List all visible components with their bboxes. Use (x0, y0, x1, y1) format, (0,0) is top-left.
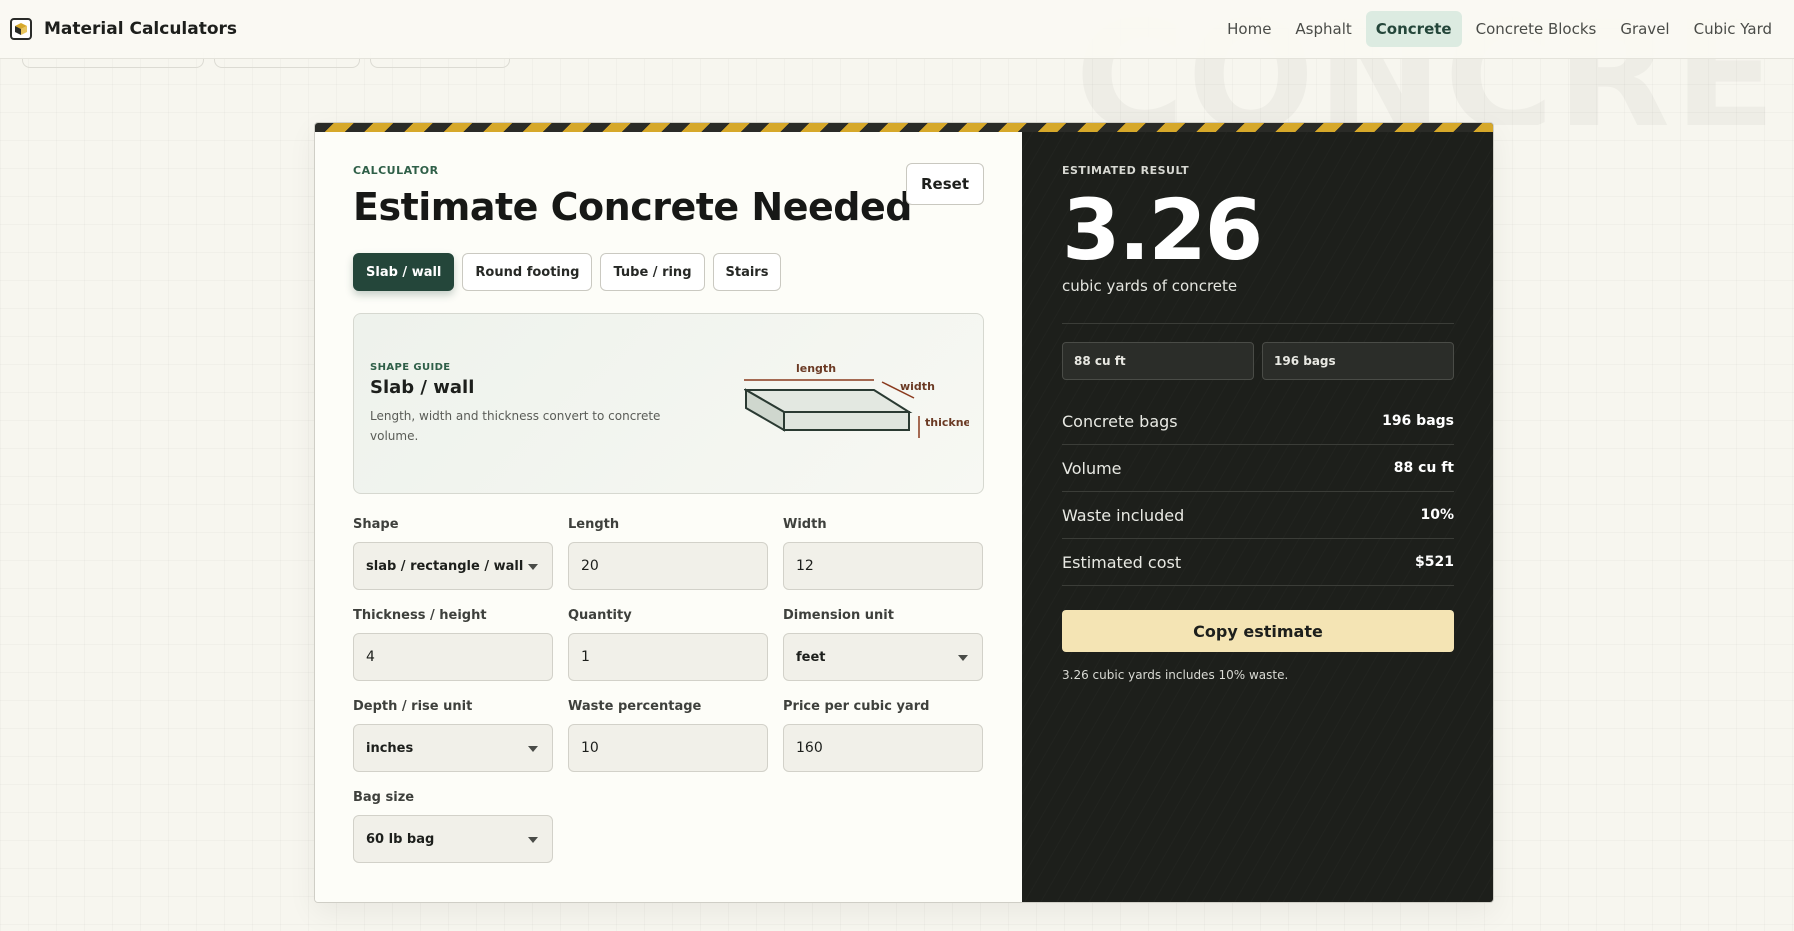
result-unit: cubic yards of concrete (1062, 277, 1238, 295)
guide-text: Length, width and thickness convert to c… (370, 409, 661, 443)
brand[interactable]: Material Calculators (10, 18, 237, 40)
field-bag-size: Bag size 60 lb bag (353, 789, 553, 880)
result-panel: ESTIMATED RESULT 3.26 cubic yards of con… (1022, 123, 1493, 902)
nav-link-asphalt[interactable]: Asphalt (1285, 11, 1361, 47)
waste-input[interactable]: 10 (568, 724, 768, 772)
field-label: Length (568, 517, 620, 532)
row-value: 88 cu ft (1393, 460, 1454, 476)
nav-links: Home Asphalt Concrete Concrete Blocks Gr… (1217, 11, 1782, 47)
field-depth-unit: Depth / rise unit inches (353, 698, 553, 789)
row-label: Waste included (1062, 505, 1185, 525)
shape-guide: SHAPE GUIDE Slab / wall Length, width an… (353, 313, 984, 494)
chevron-down-icon (958, 655, 968, 661)
row-label: Estimated cost (1062, 552, 1182, 572)
result-row: Concrete bags 196 bags (1062, 398, 1454, 445)
select-value: slab / rectangle / wall (366, 558, 524, 574)
row-label: Volume (1062, 458, 1122, 478)
input-fields: Shape slab / rectangle / wall Length 20 … (353, 516, 984, 880)
field-quantity: Quantity 1 (568, 607, 768, 698)
select-value: inches (366, 740, 414, 756)
width-input[interactable]: 12 (783, 542, 983, 590)
result-value: 3.26 (1062, 181, 1263, 279)
nav-link-home[interactable]: Home (1217, 11, 1281, 47)
thickness-input[interactable]: 4 (353, 633, 553, 681)
row-value: 196 bags (1382, 413, 1454, 429)
select-value: feet (796, 649, 826, 665)
guide-label-width: width (900, 380, 935, 393)
field-label: Thickness / height (353, 608, 487, 623)
cube-logo-icon (10, 18, 32, 40)
guide-label-thickness: thickness (925, 416, 969, 429)
field-dimension-unit: Dimension unit feet (783, 607, 983, 698)
divider (1062, 323, 1454, 324)
calculator-eyebrow: CALCULATOR (353, 164, 439, 177)
bag-size-select[interactable]: 60 lb bag (353, 815, 553, 863)
calculator-card: CALCULATOR Estimate Concrete Needed Rese… (314, 122, 1494, 903)
field-label: Quantity (568, 608, 632, 623)
field-waste: Waste percentage 10 (568, 698, 768, 789)
field-thickness: Thickness / height 4 (353, 607, 553, 698)
nav-link-gravel[interactable]: Gravel (1610, 11, 1679, 47)
quantity-input[interactable]: 1 (568, 633, 768, 681)
brand-name: Material Calculators (44, 19, 238, 39)
field-shape: Shape slab / rectangle / wall (353, 516, 553, 607)
tab-tube-ring[interactable]: Tube / ring (600, 253, 705, 291)
result-eyebrow: ESTIMATED RESULT (1062, 164, 1190, 177)
page-title: Estimate Concrete Needed (353, 185, 912, 229)
nav-link-cubic-yard[interactable]: Cubic Yard (1684, 11, 1782, 47)
shape-select[interactable]: slab / rectangle / wall (353, 542, 553, 590)
tab-round-footing[interactable]: Round footing (462, 253, 593, 291)
calculator-panel: CALCULATOR Estimate Concrete Needed Rese… (315, 123, 1022, 902)
shape-tabs: Slab / wall Round footing Tube / ring St… (353, 253, 984, 291)
row-value: $521 (1415, 554, 1454, 570)
field-label: Depth / rise unit (353, 699, 473, 714)
chevron-down-icon (528, 564, 538, 570)
depth-unit-select[interactable]: inches (353, 724, 553, 772)
field-width: Width 12 (783, 516, 983, 607)
chip-volume: 88 cu ft (1062, 342, 1254, 380)
result-rows: Concrete bags 196 bags Volume 88 cu ft W… (1062, 398, 1454, 586)
chevron-down-icon (528, 746, 538, 752)
result-row: Waste included 10% (1062, 492, 1454, 539)
select-value: 60 lb bag (366, 831, 435, 847)
tab-slab-wall[interactable]: Slab / wall (353, 253, 455, 291)
field-label: Bag size (353, 790, 415, 805)
field-label: Waste percentage (568, 699, 702, 714)
row-value: 10% (1420, 507, 1454, 523)
field-label: Price per cubic yard (783, 699, 930, 714)
chevron-down-icon (528, 837, 538, 843)
field-label: Dimension unit (783, 608, 894, 623)
slab-diagram-icon: length width thickness (744, 362, 969, 438)
nav-link-concrete[interactable]: Concrete (1365, 11, 1462, 47)
copy-estimate-button[interactable]: Copy estimate (1062, 610, 1454, 652)
hazard-stripe (315, 123, 1493, 132)
tab-stairs[interactable]: Stairs (712, 253, 782, 291)
length-input[interactable]: 20 (568, 542, 768, 590)
result-chips: 88 cu ft 196 bags (1062, 342, 1454, 380)
nav-link-concrete-blocks[interactable]: Concrete Blocks (1466, 11, 1607, 47)
field-label: Shape (353, 517, 399, 532)
top-nav: Material Calculators Home Asphalt Concre… (0, 0, 1794, 59)
row-label: Concrete bags (1062, 411, 1178, 431)
chip-bags: 196 bags (1262, 342, 1454, 380)
guide-label-length: length (796, 362, 836, 375)
field-length: Length 20 (568, 516, 768, 607)
result-row: Estimated cost $521 (1062, 539, 1454, 586)
dimension-unit-select[interactable]: feet (783, 633, 983, 681)
result-note: 3.26 cubic yards includes 10% waste. (1062, 668, 1289, 682)
result-row: Volume 88 cu ft (1062, 445, 1454, 492)
price-input[interactable]: 160 (783, 724, 983, 772)
field-label: Width (783, 517, 827, 532)
field-price: Price per cubic yard 160 (783, 698, 983, 789)
reset-button[interactable]: Reset (906, 163, 984, 205)
